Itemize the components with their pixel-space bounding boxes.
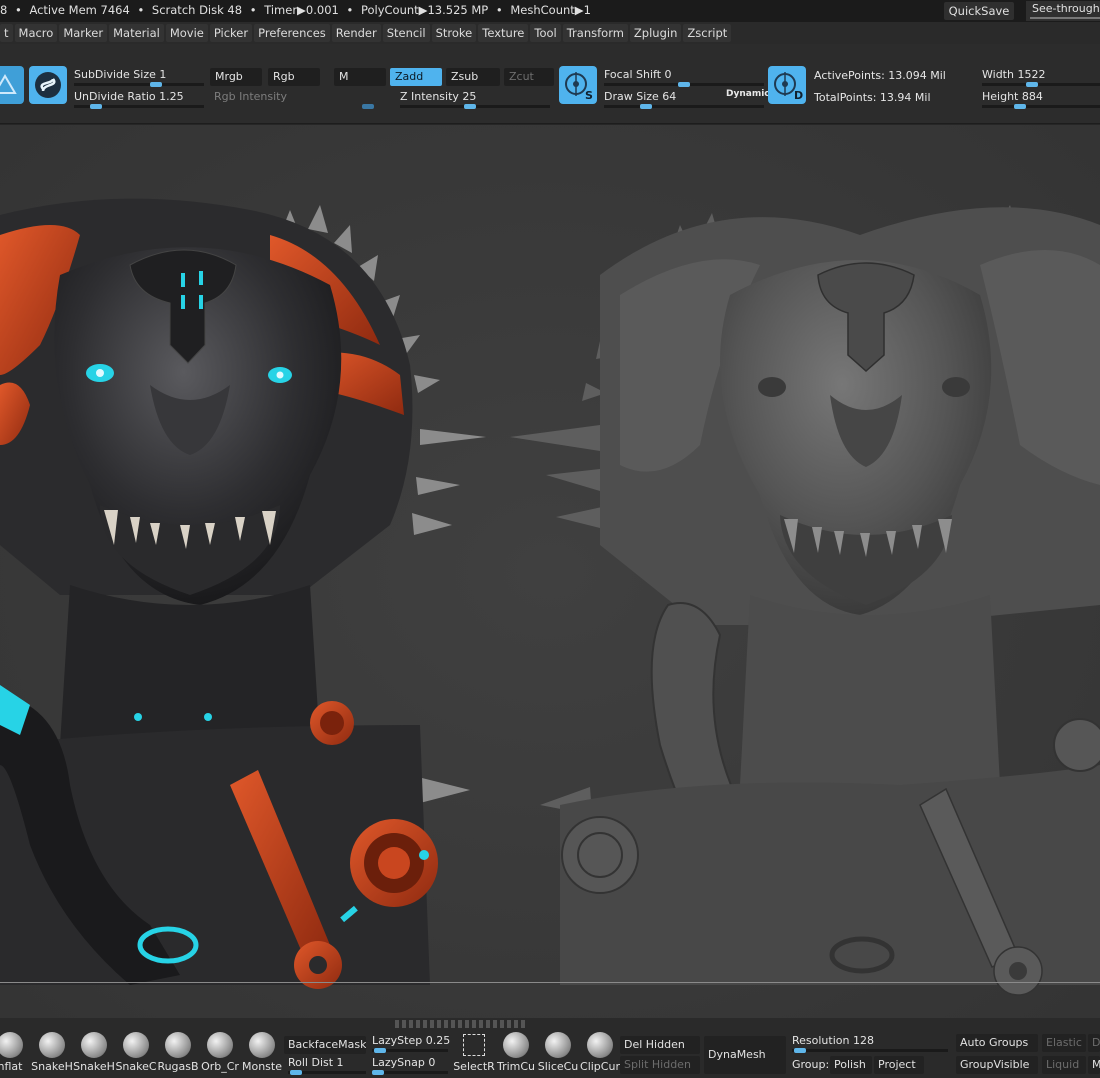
menu-marker[interactable]: Marker: [59, 24, 108, 42]
m-button[interactable]: M: [334, 68, 386, 86]
menu-stroke[interactable]: Stroke: [431, 24, 477, 42]
brush-snakecactus[interactable]: SnakeC: [114, 1032, 158, 1076]
resolution-slider[interactable]: Resolution 128: [792, 1034, 948, 1053]
liquid-button[interactable]: Liquid: [1042, 1056, 1086, 1074]
lazy-mouse-icon[interactable]: S: [559, 66, 597, 104]
group-label: Group:: [792, 1058, 830, 1071]
brush-orb-cracks-icon: [207, 1032, 233, 1058]
sculpt-canvas: [0, 125, 1100, 1018]
menu-movie[interactable]: Movie: [165, 24, 208, 42]
brush-snakehead[interactable]: SnakeH: [72, 1032, 116, 1076]
z-intensity-slider[interactable]: Z Intensity 25: [400, 90, 550, 109]
zsub-button[interactable]: Zsub: [446, 68, 500, 86]
target-d-icon: D: [774, 72, 803, 102]
menu-preferences[interactable]: Preferences: [254, 24, 330, 42]
auto-groups-button[interactable]: Auto Groups: [956, 1034, 1038, 1052]
brush-snakecactus-icon: [123, 1032, 149, 1058]
brush-icon[interactable]: [0, 66, 24, 104]
subdivide-size-slider[interactable]: SubDivide Size 1: [74, 68, 204, 87]
menu-picker[interactable]: Picker: [209, 24, 253, 42]
dynamic-toggle[interactable]: Dynamic: [726, 89, 770, 99]
see-through-label: See-through: [1032, 2, 1100, 15]
slice-curve-icon: [545, 1032, 571, 1058]
brush-monster[interactable]: Monste: [240, 1032, 284, 1076]
menu-transform[interactable]: Transform: [562, 24, 628, 42]
select-rect-icon: [463, 1034, 485, 1056]
menu-stencil[interactable]: Stencil: [382, 24, 430, 42]
elastic-button[interactable]: Elastic: [1042, 1034, 1086, 1052]
menu-zplugin[interactable]: Zplugin: [629, 24, 682, 42]
polycount: PolyCount▶13.525 MP: [360, 3, 489, 17]
brush-monster-icon: [249, 1032, 275, 1058]
canvas-viewport[interactable]: [0, 125, 1100, 1018]
stroke-icon[interactable]: [29, 66, 67, 104]
menu-bar: t Macro Marker Material Movie Picker Pre…: [0, 22, 1100, 44]
scratch-disk: Scratch Disk 48: [151, 3, 243, 17]
roll-dist-slider[interactable]: Roll Dist 1: [288, 1056, 366, 1075]
brush-snakehead-icon: [81, 1032, 107, 1058]
rgb-intensity-slider[interactable]: Rgb Intensity: [214, 90, 376, 109]
menu-zscript[interactable]: Zscript: [683, 24, 732, 42]
bottom-shelf: nflat SnakeH SnakeH SnakeC RugasB Orb_Cr…: [0, 1018, 1100, 1078]
trim-curve-tool[interactable]: TrimCu: [494, 1032, 538, 1076]
quicksave-button[interactable]: QuickSave: [944, 2, 1014, 20]
d-badge: D: [794, 89, 803, 102]
s-badge: S: [585, 89, 593, 102]
zadd-button[interactable]: Zadd: [390, 68, 442, 86]
brush-rugas[interactable]: RugasB: [156, 1032, 200, 1076]
mrgb-button[interactable]: Mrgb: [210, 68, 262, 86]
clip-curve-icon: [587, 1032, 613, 1058]
stroke-s-icon: [35, 72, 61, 98]
lazy-snap-slider[interactable]: LazySnap 0: [372, 1056, 448, 1075]
meshcount: MeshCount▶1: [510, 3, 591, 17]
rgb-button[interactable]: Rgb: [268, 68, 320, 86]
menu-tool[interactable]: Tool: [530, 24, 561, 42]
status-stats: 8 • Active Mem 7464 • Scratch Disk 48 • …: [0, 3, 591, 17]
slice-curve-tool[interactable]: SliceCu: [536, 1032, 580, 1076]
group-visible-button[interactable]: GroupVisible: [956, 1056, 1038, 1074]
timer: Timer▶0.001: [264, 3, 339, 17]
triangle-icon: [0, 74, 17, 94]
backface-mask-button[interactable]: BackfaceMask: [284, 1036, 366, 1054]
height-slider[interactable]: Height 884: [982, 90, 1100, 109]
target-icon: S: [565, 72, 593, 102]
total-points: TotalPoints: 13.94 Mil: [814, 91, 931, 104]
shelf-grip[interactable]: [395, 1020, 525, 1028]
dynamesh-button[interactable]: DynaMesh: [704, 1036, 786, 1074]
focal-shift-slider[interactable]: Focal Shift 0: [604, 68, 764, 87]
del-hidden-button[interactable]: Del Hidden: [620, 1036, 700, 1054]
menu-macro[interactable]: Macro: [14, 24, 58, 42]
clip-curve-tool[interactable]: ClipCur: [578, 1032, 622, 1076]
brush-rugas-icon: [165, 1032, 191, 1058]
polish-button[interactable]: Polish: [830, 1056, 872, 1074]
select-rect-tool[interactable]: SelectR: [452, 1032, 496, 1076]
see-through-slider[interactable]: See-through: [1026, 1, 1100, 21]
brush-inflat-icon: [0, 1032, 23, 1058]
trim-curve-icon: [503, 1032, 529, 1058]
menu-render[interactable]: Render: [331, 24, 381, 42]
menu-alphabrush[interactable]: t: [0, 24, 13, 42]
draw-size-dynamic-icon[interactable]: D: [768, 66, 806, 104]
status-stat: 8: [0, 3, 8, 17]
brush-snakehook[interactable]: SnakeH: [30, 1032, 74, 1076]
d-button[interactable]: D: [1088, 1034, 1100, 1052]
active-points: ActivePoints: 13.094 Mil: [814, 69, 946, 82]
top-shelf: SubDivide Size 1 UnDivide Ratio 1.25 Mrg…: [0, 44, 1100, 124]
zcut-button[interactable]: Zcut: [504, 68, 554, 86]
brush-snakehook-icon: [39, 1032, 65, 1058]
status-bar: 8 • Active Mem 7464 • Scratch Disk 48 • …: [0, 0, 1100, 22]
undivide-ratio-slider[interactable]: UnDivide Ratio 1.25: [74, 90, 204, 109]
menu-texture[interactable]: Texture: [478, 24, 529, 42]
menu-material[interactable]: Material: [109, 24, 164, 42]
brush-orb-cracks[interactable]: Orb_Cr: [198, 1032, 242, 1076]
split-hidden-button[interactable]: Split Hidden: [620, 1056, 700, 1074]
width-slider[interactable]: Width 1522: [982, 68, 1100, 87]
project-button[interactable]: Project: [874, 1056, 924, 1074]
lazy-step-slider[interactable]: LazyStep 0.25: [372, 1034, 450, 1053]
active-mem: Active Mem 7464: [29, 3, 130, 17]
m-button-bottom[interactable]: M: [1088, 1056, 1100, 1074]
brush-inflat[interactable]: nflat: [0, 1032, 32, 1076]
